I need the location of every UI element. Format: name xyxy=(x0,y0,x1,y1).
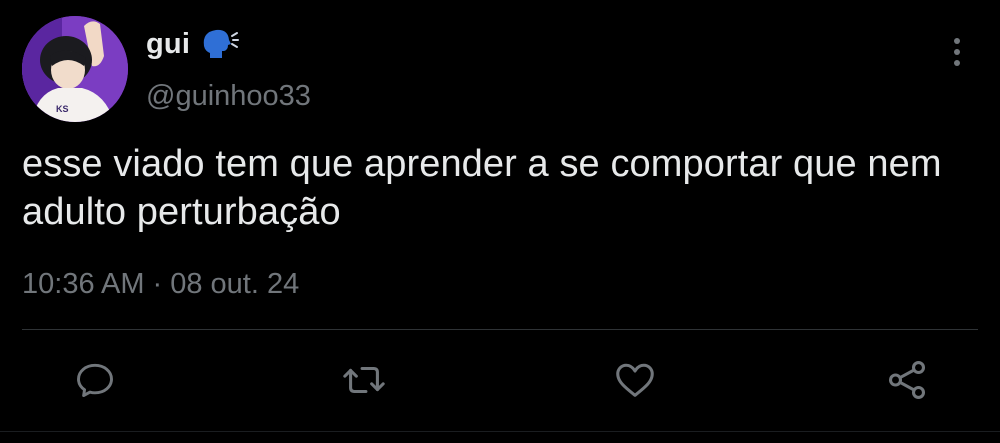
speaking-head-emoji-icon xyxy=(200,26,240,62)
svg-text:KS: KS xyxy=(56,104,69,114)
display-name[interactable]: gui xyxy=(146,28,190,61)
share-button[interactable] xyxy=(883,356,931,404)
meta-separator: · xyxy=(152,268,163,300)
heart-icon xyxy=(616,363,654,397)
like-button[interactable] xyxy=(611,356,659,404)
action-bar xyxy=(0,356,1000,406)
tweet-card: KS gui @guinhoo33 esse viado tem que apr… xyxy=(0,0,1000,443)
retweet-icon xyxy=(343,366,385,394)
retweet-button[interactable] xyxy=(340,356,388,404)
reply-button[interactable] xyxy=(71,356,119,404)
tweet-meta: 10:36 AM · 08 out. 24 xyxy=(22,268,299,301)
user-handle[interactable]: @guinhoo33 xyxy=(146,80,311,113)
divider xyxy=(22,329,978,330)
share-icon xyxy=(888,361,926,399)
tweet-date[interactable]: 08 out. 24 xyxy=(170,268,299,301)
display-name-row: gui xyxy=(146,24,240,64)
tweet-time[interactable]: 10:36 AM xyxy=(22,268,145,301)
avatar[interactable]: KS xyxy=(22,16,128,122)
reply-icon xyxy=(77,363,113,398)
bottom-divider xyxy=(0,431,1000,432)
tweet-text: esse viado tem que aprender a se comport… xyxy=(22,143,942,233)
more-vertical-icon[interactable] xyxy=(940,34,974,70)
